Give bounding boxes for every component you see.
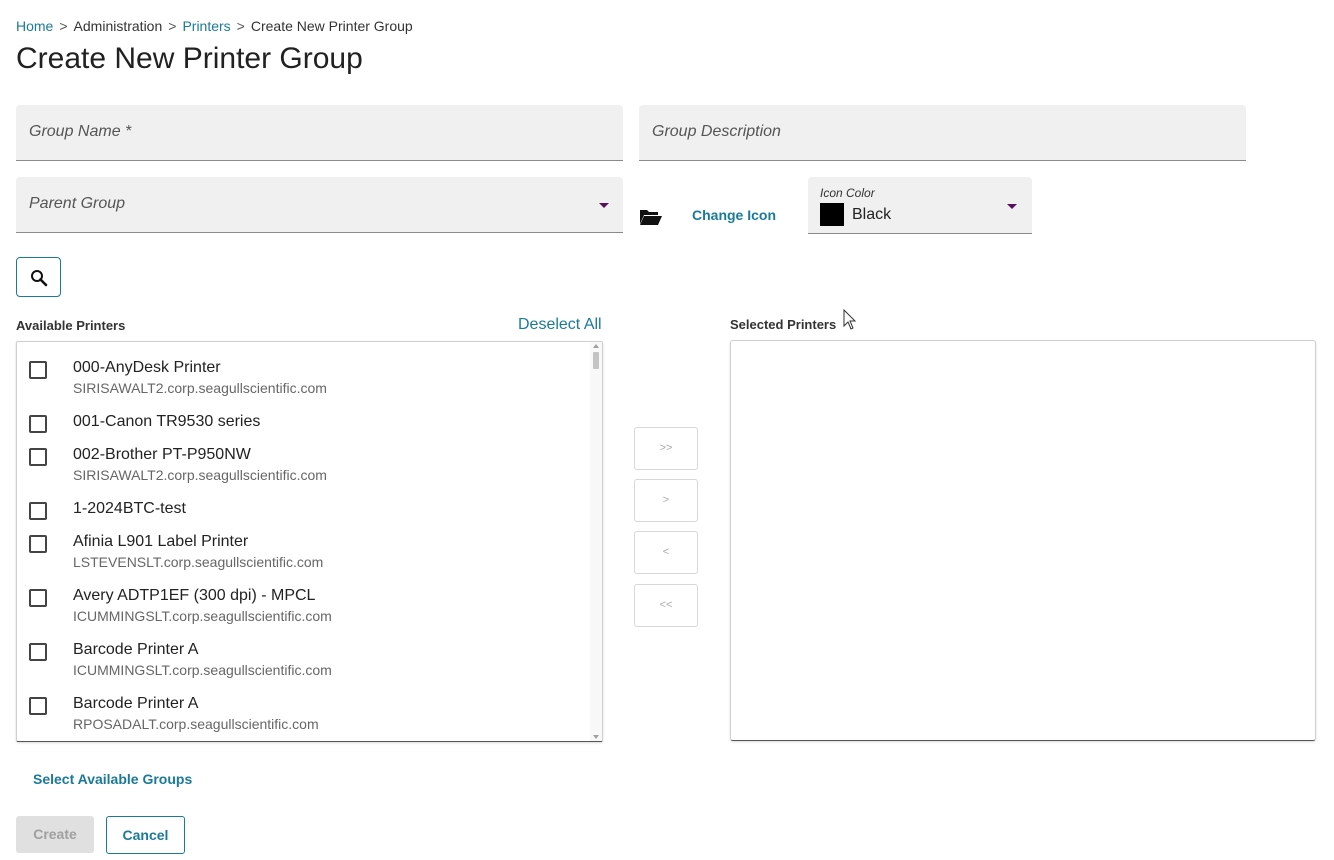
parent-group-select[interactable]: Parent Group bbox=[16, 177, 623, 233]
breadcrumb: Home > Administration > Printers > Create New … bbox=[16, 18, 413, 34]
remove-all-button[interactable]: << bbox=[634, 584, 698, 627]
icon-color-value: Black bbox=[852, 206, 892, 223]
icon-color-swatch bbox=[820, 203, 844, 226]
page-title: Create New Printer Group bbox=[16, 42, 363, 75]
printer-host: SIRISAWALT2.corp.seagullscientific.com bbox=[73, 467, 327, 483]
printer-host: SIRISAWALT2.corp.seagullscientific.com bbox=[73, 380, 327, 396]
printer-name: Barcode Printer A bbox=[73, 695, 199, 712]
search-button[interactable] bbox=[16, 257, 61, 297]
chevron-down-icon bbox=[599, 203, 609, 208]
printer-host: RPOSADALT.corp.seagullscientific.com bbox=[73, 716, 319, 732]
scroll-up-icon[interactable] bbox=[593, 344, 599, 348]
list-item[interactable]: Barcode Printer A ICUMMINGSLT.corp.seagu… bbox=[17, 624, 592, 678]
printer-host: ICUMMINGSLT.corp.seagullscientific.com bbox=[73, 662, 332, 678]
printer-host: LSTEVENSLT.corp.seagullscientific.com bbox=[73, 554, 324, 570]
printer-name: Barcode Printer A bbox=[73, 641, 199, 658]
group-description-input[interactable] bbox=[639, 105, 1246, 160]
breadcrumb-current: Create New Printer Group bbox=[250, 18, 413, 34]
available-printers-label: Available Printers bbox=[16, 318, 126, 333]
scroll-thumb[interactable] bbox=[593, 352, 599, 369]
list-item[interactable]: 000-AnyDesk Printer SIRISAWALT2.corp.sea… bbox=[17, 342, 592, 396]
remove-selected-button[interactable]: < bbox=[634, 531, 698, 574]
printer-name: Afinia L901 Label Printer bbox=[73, 533, 249, 550]
printer-checkbox[interactable] bbox=[29, 448, 47, 466]
scroll-down-icon[interactable] bbox=[593, 735, 599, 739]
mouse-pointer-icon bbox=[843, 309, 857, 330]
group-description-field[interactable]: Group Description bbox=[639, 105, 1246, 161]
folder-open-icon bbox=[640, 210, 662, 225]
search-icon bbox=[31, 270, 48, 287]
icon-color-label: Icon Color bbox=[820, 186, 875, 200]
list-item[interactable]: Afinia L901 Label Printer LSTEVENSLT.cor… bbox=[17, 516, 592, 570]
cancel-button[interactable]: Cancel bbox=[106, 816, 185, 854]
printer-name: Avery ADTP1EF (300 dpi) - MPCL bbox=[73, 587, 316, 604]
list-item[interactable]: 1-2024BTC-test bbox=[17, 483, 592, 520]
add-all-button[interactable]: >> bbox=[634, 427, 698, 470]
printer-name: 000-AnyDesk Printer bbox=[73, 359, 221, 376]
list-item[interactable]: Barcode Printer A RPOSADALT.corp.seagull… bbox=[17, 678, 592, 732]
printer-host: ICUMMINGSLT.corp.seagullscientific.com bbox=[73, 608, 332, 624]
breadcrumb-home-link[interactable]: Home bbox=[16, 18, 53, 34]
list-item[interactable]: Avery ADTP1EF (300 dpi) - MPCL ICUMMINGS… bbox=[17, 570, 592, 624]
create-button[interactable]: Create bbox=[16, 816, 94, 853]
selected-printers-list[interactable] bbox=[730, 340, 1316, 741]
selected-printers-label: Selected Printers bbox=[730, 317, 837, 332]
chevron-down-icon bbox=[1007, 204, 1017, 209]
printer-name: 002-Brother PT-P950NW bbox=[73, 446, 251, 463]
deselect-all-link[interactable]: Deselect All bbox=[518, 316, 602, 334]
parent-group-placeholder: Parent Group bbox=[29, 195, 126, 212]
printer-checkbox[interactable] bbox=[29, 589, 47, 607]
change-icon-button[interactable]: Change Icon bbox=[692, 207, 776, 223]
breadcrumb-separator: > bbox=[168, 18, 177, 34]
list-scrollbar[interactable] bbox=[590, 342, 602, 741]
group-name-field[interactable]: Group Name * bbox=[16, 105, 623, 161]
available-printers-list[interactable]: 000-AnyDesk Printer SIRISAWALT2.corp.sea… bbox=[16, 341, 603, 742]
group-name-input[interactable] bbox=[16, 105, 623, 160]
add-selected-button[interactable]: > bbox=[634, 479, 698, 522]
printer-checkbox[interactable] bbox=[29, 361, 47, 379]
icon-color-select[interactable]: Icon Color Black bbox=[808, 177, 1032, 234]
breadcrumb-administration: Administration bbox=[73, 18, 163, 34]
breadcrumb-separator: > bbox=[59, 18, 68, 34]
printer-checkbox[interactable] bbox=[29, 697, 47, 715]
breadcrumb-printers-link[interactable]: Printers bbox=[182, 18, 230, 34]
printer-checkbox[interactable] bbox=[29, 535, 47, 553]
select-available-groups-link[interactable]: Select Available Groups bbox=[33, 771, 192, 787]
printer-checkbox[interactable] bbox=[29, 643, 47, 661]
list-item[interactable]: 002-Brother PT-P950NW SIRISAWALT2.corp.s… bbox=[17, 429, 592, 483]
breadcrumb-separator: > bbox=[236, 18, 245, 34]
list-item[interactable]: 001-Canon TR9530 series bbox=[17, 396, 592, 433]
